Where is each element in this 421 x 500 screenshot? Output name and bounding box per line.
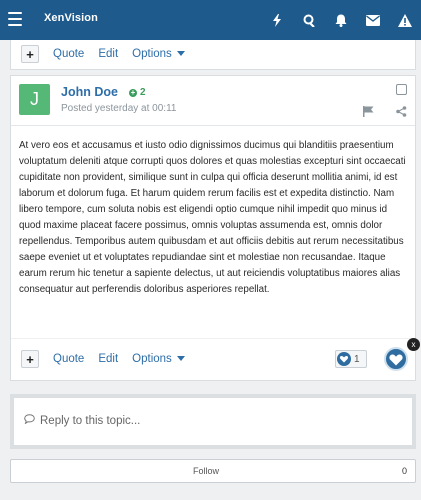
multiquote-plus-button[interactable]: + — [21, 350, 39, 368]
reputation-badge: + 2 — [129, 87, 146, 98]
follow-button[interactable]: Follow 0 — [10, 459, 416, 483]
reply-placeholder: Reply to this topic... — [40, 414, 141, 427]
options-dropdown[interactable]: Options — [132, 353, 185, 365]
post-time-link[interactable]: yesterday at 00:11 — [95, 103, 177, 114]
hamburger-menu-icon[interactable] — [8, 12, 22, 26]
post-timestamp: Posted yesterday at 00:11 — [61, 103, 177, 114]
post-header-divider — [11, 125, 415, 126]
reaction-count-button[interactable]: 1 — [335, 350, 367, 368]
edit-link[interactable]: Edit — [98, 48, 118, 60]
reply-input[interactable]: Reply to this topic... — [24, 414, 394, 427]
heart-reaction-icon — [336, 351, 352, 367]
site-logo[interactable]: XenVision — [44, 12, 98, 24]
post-footer-divider — [11, 338, 415, 339]
envelope-icon[interactable] — [357, 0, 389, 40]
quote-link[interactable]: Quote — [53, 48, 84, 60]
reply-box[interactable]: Reply to this topic... — [10, 394, 416, 449]
edit-link[interactable]: Edit — [98, 353, 118, 365]
options-dropdown[interactable]: Options — [132, 48, 185, 60]
like-button[interactable] — [384, 347, 408, 371]
quote-link[interactable]: Quote — [53, 353, 84, 365]
post-select-checkbox[interactable] — [396, 84, 407, 95]
search-icon[interactable] — [293, 0, 325, 40]
close-icon[interactable]: x — [407, 338, 420, 351]
bell-icon[interactable] — [325, 0, 357, 40]
plus-circle-icon: + — [129, 87, 137, 97]
post-card: J John Doe + 2 Posted yesterday at 00:11… — [10, 75, 420, 381]
flag-icon[interactable] — [363, 104, 374, 122]
multiquote-plus-button[interactable]: + — [21, 45, 39, 63]
top-navbar: XenVision — [0, 0, 421, 40]
warning-icon[interactable] — [389, 0, 421, 40]
comment-icon — [24, 414, 35, 427]
caret-down-icon — [176, 51, 185, 57]
reaction-count: 1 — [354, 353, 360, 365]
follow-label: Follow — [192, 466, 219, 476]
caret-down-icon — [176, 356, 185, 362]
bolt-icon[interactable] — [261, 0, 293, 40]
share-icon[interactable] — [396, 104, 407, 122]
post-body-text: At vero eos et accusamus et iusto odio d… — [19, 140, 406, 295]
post-author-name[interactable]: John Doe — [61, 85, 118, 99]
previous-post-footer: + Quote Edit Options — [10, 40, 416, 70]
avatar[interactable]: J — [19, 84, 50, 115]
follower-count: 0 — [401, 466, 407, 476]
